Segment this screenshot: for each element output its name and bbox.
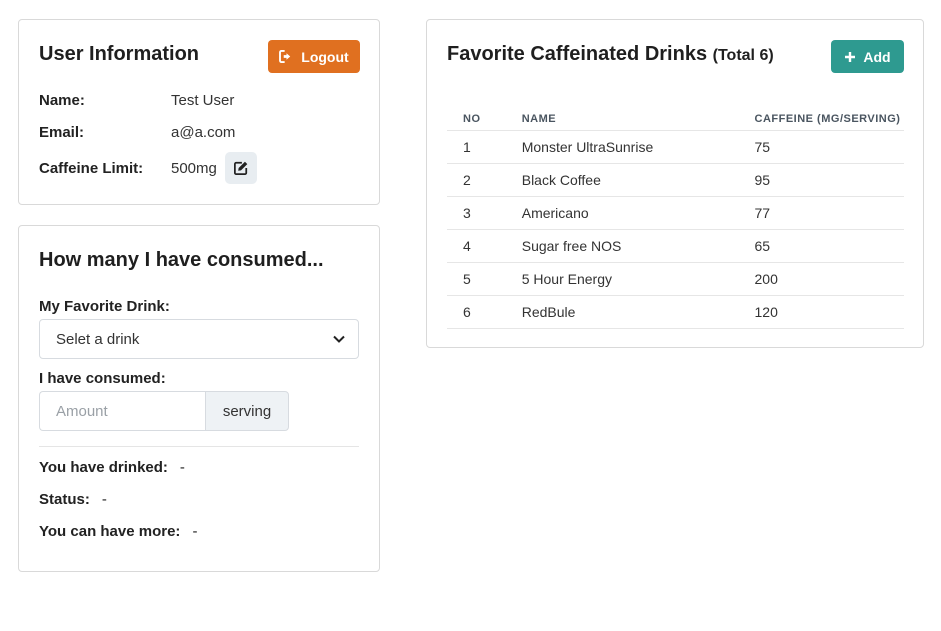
plus-icon [845,51,856,62]
email-label: Email: [39,124,85,141]
user-info-card: User Information Logout Name: Test User … [18,19,380,205]
cell-no: 3 [447,196,522,230]
name-label: Name: [39,92,85,109]
cell-name: 5 Hour Energy [521,262,755,296]
can-have-more-label: You can have more: [39,523,181,540]
cell-name: Monster UltraSunrise [521,130,755,164]
favorite-drinks-card: Favorite Caffeinated Drinks (Total 6) Ad… [426,19,924,348]
status-row: Status: - [39,491,107,508]
chevron-down-icon [333,335,345,343]
column-header-no: NO [447,92,522,131]
caffeine-limit-row: Caffeine Limit: 500mg [39,152,257,184]
table-row[interactable]: 6 RedBule 120 [447,295,904,329]
status-label: Status: [39,491,90,508]
table-row[interactable]: 3 Americano 77 [447,196,904,230]
cell-no: 6 [447,295,522,329]
consumption-card: How many I have consumed... My Favorite … [18,225,380,572]
email-value: a@a.com [171,124,236,141]
cell-caffeine: 75 [754,130,904,164]
drinks-table: NO NAME CAFFEINE (MG/SERVING) 1 Monster … [447,92,904,329]
column-header-name: NAME [521,92,755,131]
drinked-row: You have drinked: - [39,459,185,476]
cell-caffeine: 77 [754,196,904,230]
logout-icon [279,50,291,63]
cell-caffeine: 65 [754,229,904,263]
drinks-total: (Total 6) [712,47,774,64]
user-info-title: User Information [39,43,200,65]
cell-caffeine: 120 [754,295,904,329]
logout-label: Logout [301,48,349,65]
serving-unit: serving [205,391,289,431]
favorite-drink-label: My Favorite Drink: [39,298,170,315]
drink-select-value: Selet a drink [56,330,140,348]
can-have-more-value: - [192,523,198,540]
drinked-value: - [179,459,185,476]
caffeine-limit-value: 500mg [171,159,217,177]
amount-input-group: serving [39,391,289,431]
table-header-row: NO NAME CAFFEINE (MG/SERVING) [447,92,904,131]
consumed-label: I have consumed: [39,370,166,387]
cell-name: RedBule [521,295,755,329]
drinked-label: You have drinked: [39,459,168,476]
email-row: Email: a@a.com [39,124,235,141]
cell-no: 2 [447,163,522,197]
cell-no: 5 [447,262,522,296]
edit-icon [233,161,248,175]
cell-caffeine: 200 [754,262,904,296]
cell-no: 4 [447,229,522,263]
name-row: Name: Test User [39,92,234,109]
table-row[interactable]: 4 Sugar free NOS 65 [447,229,904,263]
cell-name: Americano [521,196,755,230]
caffeine-limit-label: Caffeine Limit: [39,159,144,177]
add-label: Add [863,48,891,65]
cell-caffeine: 95 [754,163,904,197]
cell-name: Sugar free NOS [521,229,755,263]
edit-limit-button[interactable] [224,152,257,184]
add-drink-button[interactable]: Add [831,40,904,73]
logout-button[interactable]: Logout [268,40,360,73]
cell-name: Black Coffee [521,163,755,197]
amount-input[interactable] [39,391,205,431]
table-row[interactable]: 2 Black Coffee 95 [447,163,904,197]
table-row[interactable]: 5 5 Hour Energy 200 [447,262,904,296]
status-value: - [101,491,107,508]
cell-no: 1 [447,130,522,164]
divider [39,446,359,447]
can-have-more-row: You can have more: - [39,523,197,540]
favorite-drinks-title: Favorite Caffeinated Drinks (Total 6) [447,43,774,66]
table-row[interactable]: 1 Monster UltraSunrise 75 [447,130,904,164]
consumption-title: How many I have consumed... [39,249,324,271]
favorite-drinks-heading: Favorite Caffeinated Drinks [447,43,708,65]
drink-select[interactable]: Selet a drink [39,319,359,359]
column-header-caffeine: CAFFEINE (MG/SERVING) [754,92,904,131]
name-value: Test User [171,92,235,109]
